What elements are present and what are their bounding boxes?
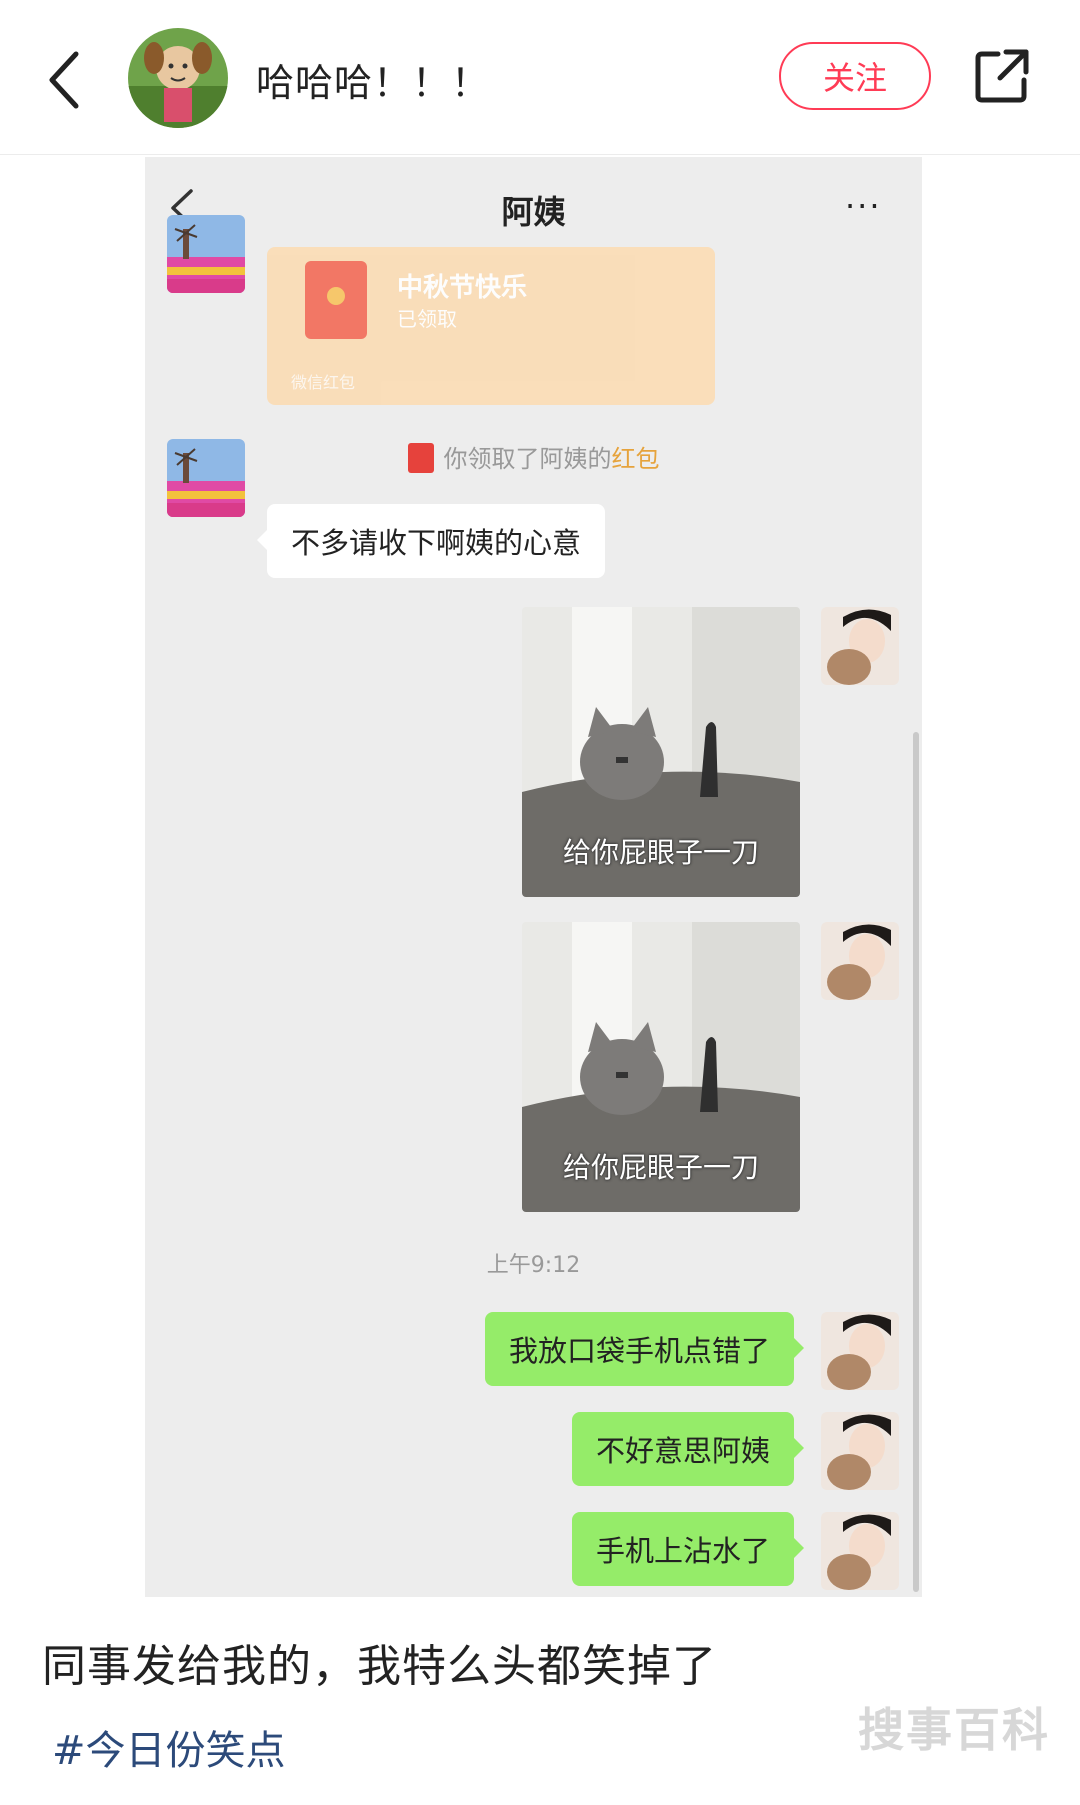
- more-icon: ···: [845, 187, 882, 225]
- follow-button[interactable]: 关注: [779, 42, 931, 110]
- sticker-image[interactable]: 给你屁眼子一刀: [522, 607, 800, 897]
- message-bubble-left[interactable]: 不多请收下啊姨的心意: [256, 504, 606, 578]
- my-avatar: [821, 1412, 899, 1490]
- red-packet-title: 中秋节快乐: [397, 273, 528, 303]
- red-packet-icon: [305, 261, 367, 339]
- scrollbar: [913, 732, 919, 1592]
- chat-screenshot: 阿姨 ··· 中秋节快乐 已领取 微信红包 你领取了阿姨的红包 不多请收下啊姨的…: [145, 157, 922, 1597]
- my-avatar: [821, 922, 899, 1000]
- author-avatar[interactable]: [128, 28, 228, 128]
- post-caption: 同事发给我的，我特么头都笑掉了: [42, 1641, 717, 1692]
- post-header: 哈哈哈！！！ 关注: [0, 0, 1080, 155]
- aunt-avatar: [167, 439, 245, 517]
- chevron-left-icon: [49, 51, 79, 109]
- sticker-caption: 给你屁眼子一刀: [562, 1151, 759, 1184]
- system-note-text: 你领取了阿姨的: [443, 445, 612, 473]
- message-bubble-right[interactable]: 手机上沾水了: [571, 1512, 805, 1586]
- red-packet-footer: 微信红包: [291, 373, 356, 392]
- message-bubble-right[interactable]: 不好意思阿姨: [571, 1412, 805, 1486]
- back-button[interactable]: [40, 40, 90, 120]
- red-packet-status: 已领取: [397, 307, 457, 331]
- my-avatar: [821, 1512, 899, 1590]
- share-button[interactable]: [972, 46, 1032, 106]
- my-avatar: [821, 1312, 899, 1390]
- hashtag-link[interactable]: #今日份笑点: [52, 1718, 286, 1776]
- red-packet-card[interactable]: 中秋节快乐 已领取 微信红包: [267, 247, 715, 405]
- message-bubble-right[interactable]: 我放口袋手机点错了: [484, 1312, 805, 1386]
- my-avatar: [821, 607, 899, 685]
- system-note: 你领取了阿姨的红包: [145, 439, 922, 474]
- sticker-caption: 给你屁眼子一刀: [562, 836, 759, 869]
- author-name[interactable]: 哈哈哈！！！: [256, 52, 490, 107]
- system-note-highlight[interactable]: 红包: [612, 445, 660, 473]
- sticker-image[interactable]: 给你屁眼子一刀: [522, 922, 800, 1212]
- watermark: 搜事百科: [858, 1703, 1050, 1757]
- red-packet-small-icon: [407, 443, 434, 473]
- chat-title: 阿姨: [501, 193, 566, 231]
- share-icon: [975, 49, 1029, 103]
- timestamp: 上午9:12: [486, 1253, 581, 1278]
- aunt-avatar: [167, 215, 245, 293]
